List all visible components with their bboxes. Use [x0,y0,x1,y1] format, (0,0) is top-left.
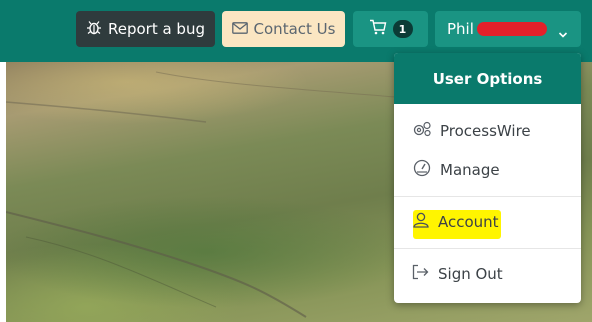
envelope-icon [231,20,248,38]
chevron-down-icon [558,25,568,43]
cart-button[interactable]: 1 [353,11,428,47]
user-menu-button[interactable]: Phil [435,11,581,47]
contact-us-button[interactable]: Contact Us [222,11,345,47]
dashboard-icon [412,159,432,181]
menu-divider [394,196,581,197]
contact-us-label: Contact Us [253,20,336,38]
menu-item-label: ProcessWire [440,122,531,140]
bug-icon [86,19,102,39]
user-icon [412,212,430,232]
menu-item-account[interactable]: Account [394,203,581,241]
user-name: Phil [447,20,474,38]
menu-divider [394,248,581,249]
menu-item-label: Account [438,213,499,231]
menu-item-label: Manage [440,161,500,179]
cart-icon [369,19,387,39]
menu-item-sign-out[interactable]: Sign Out [394,255,581,293]
menu-item-manage[interactable]: Manage [394,151,581,189]
user-options-dropdown: User Options ProcessWire Manage Account … [394,53,581,303]
menu-item-label: Sign Out [438,265,503,283]
cart-count-badge: 1 [392,20,413,38]
name-redaction [477,22,547,36]
user-options-header: User Options [394,53,581,104]
sign-out-icon [412,264,430,284]
report-bug-label: Report a bug [107,20,205,38]
gears-icon [412,121,432,141]
report-bug-button[interactable]: Report a bug [76,11,215,47]
menu-item-processwire[interactable]: ProcessWire [394,112,581,150]
